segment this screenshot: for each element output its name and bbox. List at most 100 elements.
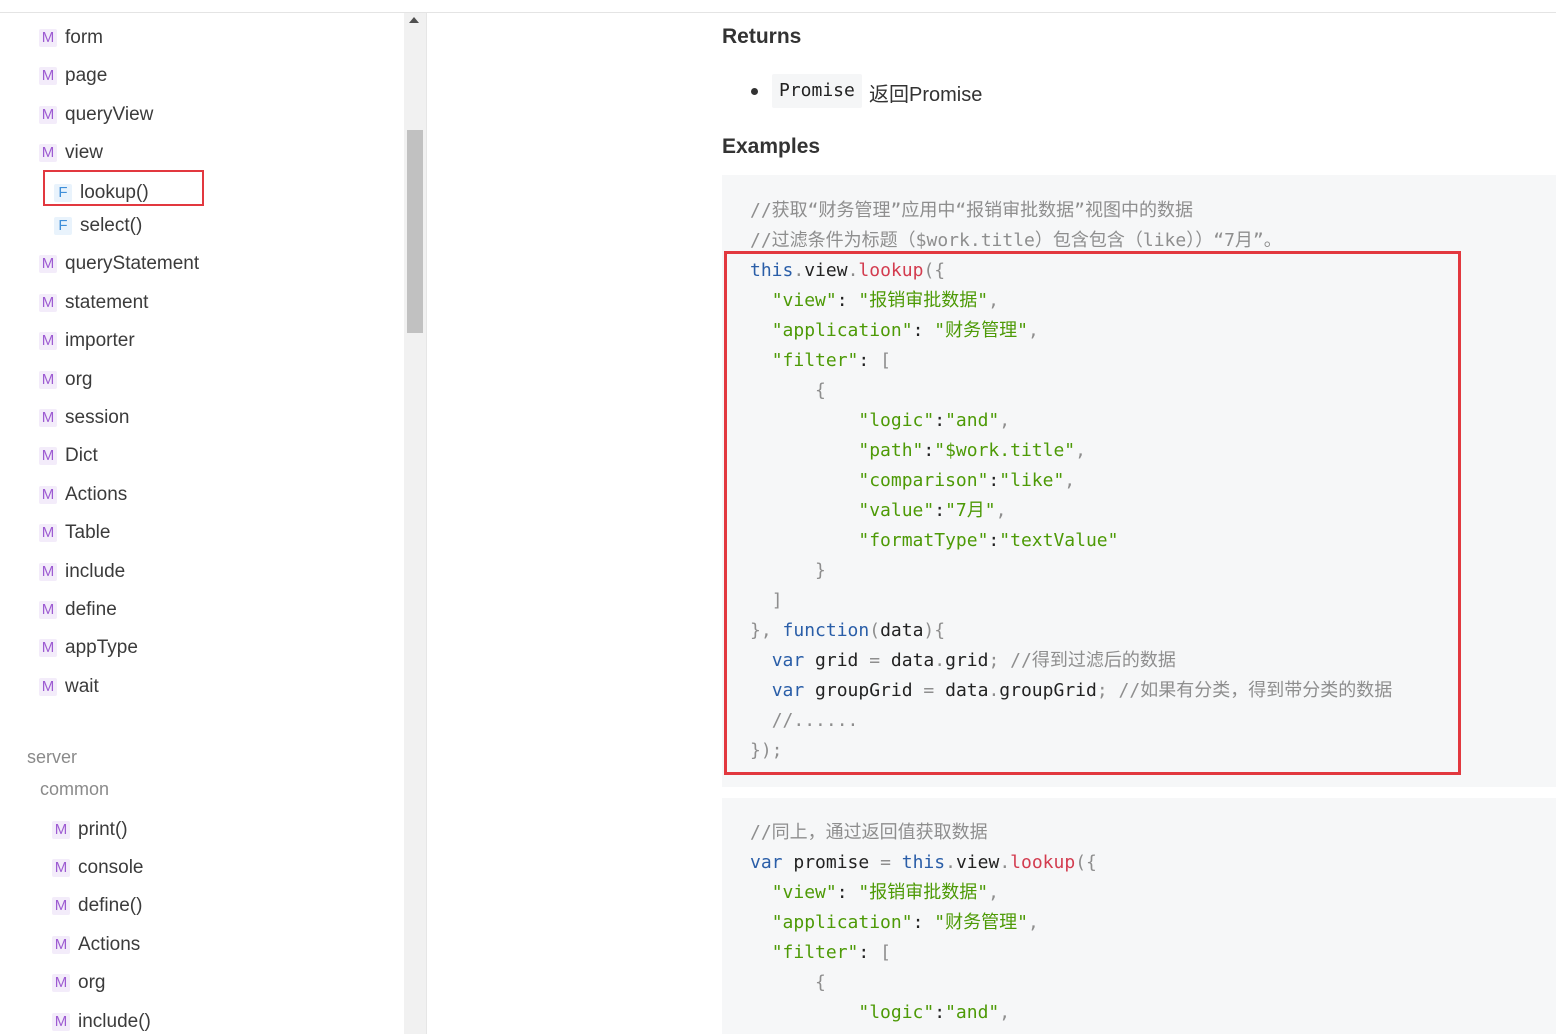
code-token: : [934,1002,946,1023]
section-title-common: common [40,779,110,799]
module-badge-icon: M [39,409,57,427]
sidebar-item-dict[interactable]: M Dict [39,441,98,471]
sidebar-item-label: session [65,407,130,428]
module-badge-icon: M [39,486,57,504]
sidebar-item-label: view [65,142,104,163]
sidebar-item-define[interactable]: Mdefine() [52,891,142,921]
sidebar-item-wait[interactable]: Mwait [39,672,99,702]
sidebar-item-statement[interactable]: Mstatement [39,288,148,318]
scrollbar-thumb[interactable] [407,130,423,333]
sidebar-item-label: org [78,972,106,993]
sidebar-item-label: statement [65,292,149,313]
code-token: "application" [771,912,913,933]
code-token: ({ [1075,852,1097,873]
code-token: = [880,852,891,873]
sidebar-item-select[interactable]: Fselect() [54,211,142,241]
code-token: //获取“财务管理”应用中“报销审批数据”视图中的数据 [750,200,1194,221]
code-token: var [750,852,783,873]
code-token: . [945,852,956,873]
lookup-highlight-box [43,170,204,206]
code-token: "filter" [771,942,859,963]
module-badge-icon: M [39,601,57,619]
sidebar-item-importer[interactable]: Mimporter [39,326,135,356]
scroll-up-arrow-icon[interactable] [409,17,419,23]
module-badge-icon: M [39,563,57,581]
code-line: //获取“财务管理”应用中“报销审批数据”视图中的数据 [750,196,1193,226]
code-token: "and" [945,1002,1000,1023]
sidebar-item-label: Actions [78,934,141,955]
sidebar-item-session[interactable]: Msession [39,403,129,433]
sidebar-item-label: org [65,369,93,390]
returns-heading: Returns [722,25,802,48]
sidebar-item-label: define [65,599,117,620]
module-badge-icon: M [39,294,57,312]
sidebar-item-include[interactable]: Minclude [39,557,125,587]
code-token: , [988,882,999,903]
sidebar-item-label: wait [65,676,99,697]
code-line: { [750,968,826,998]
code-line: "filter": [ [750,938,891,968]
module-badge-icon: M [39,371,57,389]
code-token: //过滤条件为标题（$work.title）包含包含（like））“7月”。 [750,230,1282,251]
sidebar-item-queryview[interactable]: MqueryView [39,100,153,130]
sidebar-item-define[interactable]: Mdefine [39,595,117,625]
code-token: //同上，通过返回值获取数据 [750,822,988,843]
sidebar-item-label: form [65,27,103,48]
sidebar-item-apptype[interactable]: MappType [39,633,138,663]
code-token: lookup [1010,852,1076,873]
code-token: [ [880,942,891,963]
sidebar-item-label: queryView [65,104,154,125]
code-token: "财务管理" [934,912,1028,933]
sidebar-item-label: console [78,857,144,878]
module-badge-icon: M [52,821,70,839]
sidebar-item-querystatement[interactable]: MqueryStatement [39,249,199,279]
sidebar-item-view[interactable]: Mview [39,138,103,168]
api-sidebar: Mform Mpage MqueryView Mview Flookup() Fselec… [0,13,404,1034]
sidebar-item-label: include() [78,1011,151,1032]
module-badge-icon: M [39,639,57,657]
sidebar-item-actions[interactable]: M Actions [52,930,140,960]
sidebar-item-org[interactable]: Morg [39,365,92,395]
module-badge-icon: M [39,447,57,465]
module-badge-icon: M [52,1013,70,1031]
sidebar-item-table[interactable]: M Table [39,518,110,548]
sidebar-scrollbar[interactable] [404,13,427,1034]
code-highlight-box [724,251,1461,775]
code-line: "view": "报销审批数据", [750,878,999,908]
code-token: , [999,1002,1011,1023]
code-token: this [901,852,946,873]
code-token: : [912,912,935,933]
module-badge-icon: M [39,255,57,273]
code-token: : [858,942,881,963]
code-line: var promise = this.view.lookup({ [750,848,1097,878]
module-badge-icon: M [52,897,70,915]
sidebar-item-include[interactable]: Minclude() [52,1007,151,1034]
sidebar-item-label: print() [78,819,128,840]
sidebar-item-org[interactable]: Morg [52,968,105,998]
sidebar-item-page[interactable]: Mpage [39,61,107,91]
section-title-server: server [27,747,78,767]
module-badge-icon: M [39,29,57,47]
module-badge-icon: M [39,144,57,162]
sidebar-item-label: page [65,65,108,86]
code-token: : [836,882,859,903]
module-badge-icon: M [39,678,57,696]
function-badge-icon: F [54,217,72,235]
module-badge-icon: M [52,974,70,992]
sidebar-item-label: Actions [65,484,128,505]
returns-description: 返回Promise [869,84,983,106]
code-line: "application": "财务管理", [750,908,1039,938]
sidebar-item-actions[interactable]: M Actions [39,480,127,510]
sidebar-item-label: queryStatement [65,253,200,274]
sidebar-item-label: appType [65,637,138,658]
sidebar-item-print[interactable]: Mprint() [52,815,128,845]
code-example-2: //同上，通过返回值获取数据 var promise = this.view.lo… [722,798,1556,1034]
sidebar-item-console[interactable]: Mconsole [52,853,144,883]
returns-type: Promise [772,74,862,108]
sidebar-item-form[interactable]: Mform [39,23,103,53]
sidebar-item-label: importer [65,330,135,351]
